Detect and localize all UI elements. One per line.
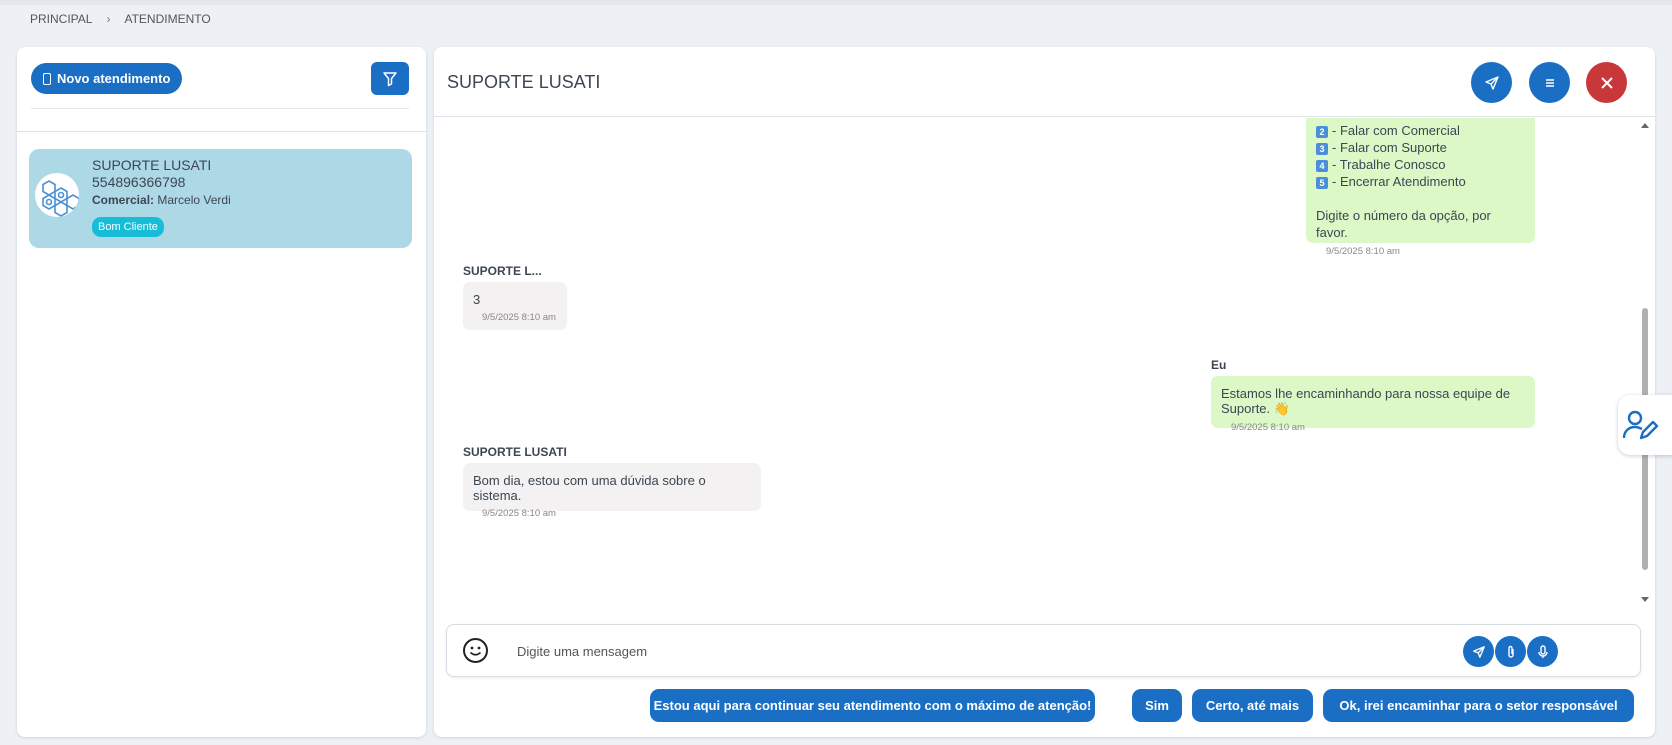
quick-reply-button[interactable]: Certo, até mais — [1192, 689, 1313, 722]
quick-reply-button[interactable]: Estou aqui para continuar seu atendiment… — [650, 689, 1095, 722]
hexagon-logo-icon — [42, 180, 79, 217]
message-composer — [446, 624, 1641, 677]
contact-phone: 554896366798 — [92, 174, 186, 190]
status-badge: Bom Cliente — [92, 217, 164, 237]
commercial-label: Comercial: — [92, 193, 155, 207]
phone-icon — [43, 72, 51, 85]
send-icon — [1472, 645, 1485, 658]
smiley-icon — [469, 646, 482, 656]
quick-reply-button[interactable]: Ok, irei encaminhar para o setor respons… — [1323, 689, 1634, 722]
quick-reply-button[interactable]: Sim — [1132, 689, 1182, 722]
message-bubble: 3 9/5/2025 8:10 am — [463, 282, 567, 330]
avatar — [35, 173, 79, 217]
microphone-icon — [1537, 644, 1548, 658]
message-list[interactable]: 2- Falar com Comercial 3- Falar com Supo… — [434, 118, 1649, 614]
menu-icon — [1545, 78, 1554, 87]
message-text: Estamos lhe encaminhando para nossa equi… — [1221, 386, 1511, 416]
chat-header: SUPORTE LUSATI — [434, 47, 1655, 117]
message-sender: Eu — [1211, 358, 1227, 372]
microphone-button[interactable] — [1527, 636, 1558, 667]
breadcrumb-separator-icon: › — [106, 12, 111, 26]
message-text: 3 — [473, 292, 481, 307]
message-sender: SUPORTE LUSATI — [463, 445, 567, 459]
contact-commercial: Comercial: Marcelo Verdi — [92, 193, 231, 207]
top-strip — [0, 0, 1672, 5]
breadcrumb: PRINCIPAL › ATENDIMENTO — [30, 12, 211, 26]
close-icon — [1600, 76, 1613, 89]
message-input[interactable] — [517, 637, 1437, 665]
scrollbar[interactable] — [1640, 118, 1650, 608]
message-timestamp: 9/5/2025 8:10 am — [1326, 246, 1400, 257]
commercial-value: Marcelo Verdi — [157, 193, 231, 207]
menu-option: 3- Falar com Suporte — [1316, 139, 1525, 156]
message-timestamp: 9/5/2025 8:10 am — [1231, 422, 1305, 433]
send-message-button[interactable] — [1463, 636, 1494, 667]
filter-icon — [383, 71, 397, 86]
menu-option: 4- Trabalhe Conosco — [1316, 156, 1525, 173]
contact-item[interactable]: SUPORTE LUSATI 554896366798 Comercial: M… — [29, 149, 412, 248]
new-attendance-label: Novo atendimento — [57, 71, 171, 86]
menu-option: 2- Falar com Comercial — [1316, 122, 1525, 139]
message-timestamp: 9/5/2025 8:10 am — [482, 312, 556, 323]
send-icon — [1484, 75, 1499, 90]
menu-option: 5- Encerrar Atendimento — [1316, 173, 1525, 190]
menu-footer: Digite o número da opção, por favor. — [1316, 208, 1491, 240]
close-button[interactable] — [1586, 62, 1627, 103]
message-timestamp: 9/5/2025 8:10 am — [482, 508, 556, 519]
message-text: Bom dia, estou com uma dúvida sobre o si… — [473, 473, 706, 503]
breadcrumb-current: ATENDIMENTO — [124, 12, 211, 26]
message-bubble: Estamos lhe encaminhando para nossa equi… — [1211, 376, 1535, 433]
message-bubble: Bom dia, estou com uma dúvida sobre o si… — [463, 463, 761, 519]
send-button[interactable] — [1471, 62, 1512, 103]
attach-button[interactable] — [1495, 636, 1526, 667]
new-attendance-button[interactable]: Novo atendimento — [31, 63, 183, 94]
contact-name: SUPORTE LUSATI — [92, 157, 212, 173]
message-sender: SUPORTE L... — [463, 264, 542, 278]
scroll-down-icon — [1641, 597, 1649, 602]
chat-title: SUPORTE LUSATI — [447, 72, 601, 92]
breadcrumb-home[interactable]: PRINCIPAL — [30, 12, 92, 26]
divider — [31, 108, 409, 109]
chat-panel: SUPORTE LUSATI 2- Falar com Comercial 3-… — [434, 47, 1655, 737]
emoji-button[interactable] — [463, 638, 488, 663]
scroll-up-icon — [1641, 123, 1649, 128]
menu-button[interactable] — [1529, 62, 1570, 103]
divider — [17, 131, 426, 132]
user-edit-icon — [1622, 410, 1659, 440]
contacts-panel: Novo atendimento SUPORTE LUSATI 55489636… — [17, 47, 426, 737]
edit-user-widget[interactable] — [1618, 395, 1672, 455]
filter-button[interactable] — [371, 62, 409, 95]
menu-message: 2- Falar com Comercial 3- Falar com Supo… — [1306, 118, 1535, 257]
paperclip-icon — [1507, 645, 1514, 658]
